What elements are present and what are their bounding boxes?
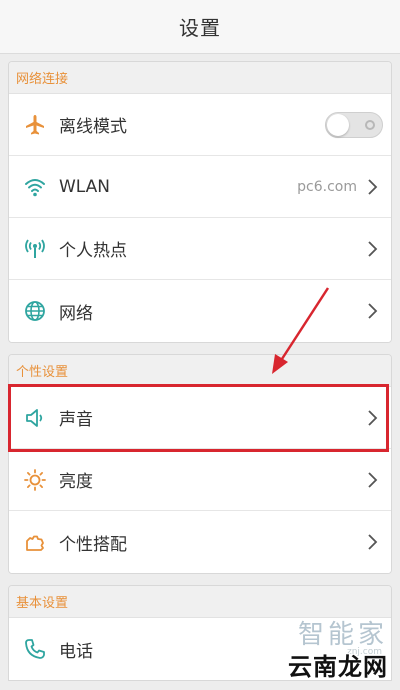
row-brightness[interactable]: 亮度 bbox=[9, 449, 391, 511]
section-header-personalization: 个性设置 bbox=[9, 355, 391, 387]
settings-screen: 设置 网络连接 离线模式 WLAN pc6.com 个人热点 网络 个性设置 声… bbox=[0, 0, 400, 690]
chevron-right-icon bbox=[367, 408, 381, 428]
section-network: 网络连接 离线模式 WLAN pc6.com 个人热点 网络 bbox=[8, 61, 392, 343]
row-personal-hotspot[interactable]: 个人热点 bbox=[9, 218, 391, 280]
phone-icon bbox=[21, 635, 49, 663]
row-label: WLAN bbox=[59, 176, 111, 197]
row-airplane-mode[interactable]: 离线模式 bbox=[9, 94, 391, 156]
puzzle-icon bbox=[21, 528, 49, 556]
watermark: 智能家 znj.com 云南龙网 bbox=[288, 614, 388, 682]
watermark-line1: 智能家 bbox=[297, 620, 388, 650]
row-wlan[interactable]: WLAN pc6.com bbox=[9, 156, 391, 218]
row-network[interactable]: 网络 bbox=[9, 280, 391, 342]
wifi-icon bbox=[21, 173, 49, 201]
row-label: 网络 bbox=[59, 303, 93, 324]
airplane-mode-toggle[interactable] bbox=[325, 111, 383, 138]
globe-icon bbox=[21, 297, 49, 325]
chevron-right-icon bbox=[367, 532, 381, 552]
row-label: 个性搭配 bbox=[59, 534, 127, 555]
row-label: 声音 bbox=[59, 410, 93, 430]
row-label: 亮度 bbox=[59, 472, 93, 492]
section-personalization: 个性设置 声音 亮度 个性搭配 bbox=[8, 354, 392, 574]
airplane-icon bbox=[21, 111, 49, 139]
toggle-knob bbox=[327, 113, 349, 136]
title-bar: 设置 bbox=[0, 0, 400, 54]
wlan-network-name: pc6.com bbox=[297, 178, 357, 195]
chevron-right-icon bbox=[367, 239, 381, 259]
chevron-right-icon bbox=[367, 470, 381, 490]
row-label: 离线模式 bbox=[59, 117, 127, 137]
chevron-right-icon bbox=[367, 177, 381, 197]
watermark-main: 云南龙网 bbox=[288, 653, 388, 681]
row-sound[interactable]: 声音 bbox=[9, 387, 391, 449]
speaker-icon bbox=[21, 404, 49, 432]
section-header-network: 网络连接 bbox=[9, 62, 391, 94]
page-title: 设置 bbox=[179, 16, 221, 40]
row-personal-theme[interactable]: 个性搭配 bbox=[9, 511, 391, 573]
hotspot-icon bbox=[21, 235, 49, 263]
toggle-off-indicator bbox=[365, 119, 375, 130]
brightness-icon bbox=[21, 466, 49, 494]
row-label: 个人热点 bbox=[59, 241, 127, 261]
chevron-right-icon bbox=[367, 301, 381, 321]
